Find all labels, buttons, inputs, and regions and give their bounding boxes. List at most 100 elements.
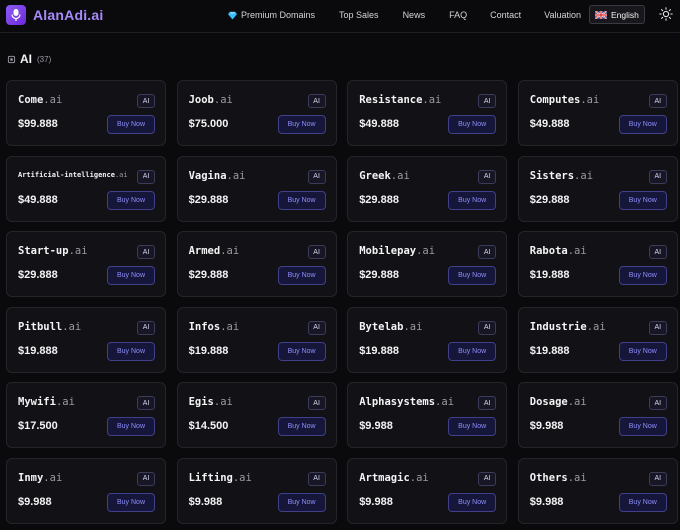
buy-now-button[interactable]: Buy Now — [107, 417, 155, 437]
domain-name[interactable]: Egis.ai — [189, 396, 233, 408]
domain-card[interactable]: Computes.ai AI $49.888 Buy Now — [517, 80, 678, 146]
domain-card[interactable]: Greek.ai AI $29.888 Buy Now — [347, 155, 508, 222]
domain-label: Computes — [529, 94, 581, 106]
domain-name[interactable]: Artificial-intelligence.ai — [18, 171, 128, 179]
domain-label: Sisters — [529, 169, 575, 182]
domain-name[interactable]: Joob.ai — [189, 94, 233, 106]
domain-name[interactable]: Resistance.ai — [359, 94, 441, 106]
domain-price: $49.888 — [529, 118, 570, 130]
buy-now-button[interactable]: Buy Now — [107, 341, 155, 361]
brand-name[interactable]: AlanAdi.ai — [33, 7, 103, 23]
domain-name[interactable]: Lifting.ai — [189, 472, 252, 484]
domain-card[interactable]: Inmy.ai AI $9.988 Buy Now — [6, 457, 166, 524]
domain-label: Rabota — [529, 245, 568, 258]
nav-news[interactable]: News — [403, 10, 426, 20]
domain-name[interactable]: Rabota.ai — [530, 245, 587, 257]
domain-price: $29.888 — [18, 269, 58, 282]
buy-now-button[interactable]: Buy Now — [277, 190, 326, 210]
domain-name[interactable]: Others.ai — [530, 472, 587, 484]
domain-card[interactable]: Dosage.ai AI $9.988 Buy Now — [517, 382, 678, 449]
buy-now-button[interactable]: Buy Now — [277, 417, 326, 437]
buy-now-button[interactable]: Buy Now — [448, 190, 497, 210]
nav-top-sales[interactable]: Top Sales — [339, 10, 379, 20]
buy-now-button[interactable]: Buy Now — [618, 341, 667, 361]
buy-now-button[interactable]: Buy Now — [448, 417, 497, 437]
domain-label: Resistance — [359, 94, 423, 106]
domain-card[interactable]: Infos.ai AI $19.888 Buy Now — [176, 306, 337, 373]
buy-now-button[interactable]: Buy Now — [618, 190, 667, 210]
nav-premium-domains[interactable]: Premium Domains — [228, 10, 315, 20]
domain-name[interactable]: Alphasystems.ai — [359, 396, 454, 408]
sun-icon[interactable] — [659, 7, 673, 21]
domain-name[interactable]: Mobilepay.ai — [359, 245, 435, 257]
domain-label: Lifting — [188, 471, 233, 484]
domain-label: Artificial-intelligence — [18, 170, 115, 179]
domain-tld: .ai — [567, 245, 587, 258]
buy-now-button[interactable]: Buy Now — [107, 115, 155, 134]
domain-card[interactable]: Joob.ai AI $75.000 Buy Now — [176, 80, 337, 146]
domain-card[interactable]: Others.ai AI $9.988 Buy Now — [517, 457, 678, 524]
buy-now-button[interactable]: Buy Now — [277, 341, 326, 361]
domain-name[interactable]: Inmy.ai — [18, 472, 62, 484]
domain-name[interactable]: Infos.ai — [189, 321, 240, 333]
buy-now-button[interactable]: Buy Now — [618, 115, 667, 134]
domain-card[interactable]: Rabota.ai AI $19.888 Buy Now — [517, 231, 678, 298]
domain-card[interactable]: Industrie.ai AI $19.888 Buy Now — [517, 306, 678, 373]
buy-now-button[interactable]: Buy Now — [277, 266, 326, 286]
domain-name[interactable]: Greek.ai — [359, 170, 410, 182]
domain-name[interactable]: Computes.ai — [530, 94, 600, 106]
buy-now-button[interactable]: Buy Now — [448, 115, 497, 134]
buy-now-button[interactable]: Buy Now — [107, 266, 155, 286]
domain-card[interactable]: Artificial-intelligence.ai AI $49.888 Buy N… — [6, 155, 166, 222]
mic-icon — [11, 9, 21, 21]
domain-card[interactable]: Egis.ai AI $14.500 Buy Now — [176, 382, 337, 449]
buy-now-button[interactable]: Buy Now — [618, 266, 667, 286]
domain-card[interactable]: Mywifi.ai AI $17.500 Buy Now — [6, 382, 166, 449]
domain-name[interactable]: Artmagic.ai — [359, 472, 429, 484]
domain-card[interactable]: Artmagic.ai AI $9.988 Buy Now — [347, 457, 508, 524]
buy-now-button[interactable]: Buy Now — [277, 115, 326, 134]
domain-card[interactable]: Pitbull.ai AI $19.888 Buy Now — [6, 306, 166, 373]
buy-now-button[interactable]: Buy Now — [448, 341, 497, 361]
domain-price: $99.888 — [18, 118, 58, 130]
domain-tld: .ai — [567, 471, 587, 484]
domain-name[interactable]: Vagina.ai — [189, 170, 246, 182]
nav-valuation[interactable]: Valuation — [544, 10, 581, 20]
domain-card[interactable]: Mobilepay.ai AI $29.888 Buy Now — [347, 231, 508, 298]
domain-name[interactable]: Start-up.ai — [18, 245, 88, 257]
domain-name[interactable]: Come.ai — [18, 94, 62, 106]
domain-name[interactable]: Armed.ai — [189, 245, 240, 257]
domain-card[interactable]: Come.ai AI $99.888 Buy Now — [6, 80, 166, 146]
domain-label: Mobilepay — [359, 245, 417, 258]
domain-card[interactable]: Alphasystems.ai AI $9.988 Buy Now — [347, 382, 508, 449]
buy-now-button[interactable]: Buy Now — [277, 492, 326, 512]
domain-card[interactable]: Bytelab.ai AI $19.888 Buy Now — [347, 306, 508, 373]
nav-contact[interactable]: Contact — [490, 10, 521, 20]
domain-name[interactable]: Pitbull.ai — [18, 321, 81, 333]
domain-card[interactable]: Resistance.ai AI $49.888 Buy Now — [347, 80, 508, 146]
buy-now-button[interactable]: Buy Now — [448, 266, 497, 286]
category-badge: AI — [648, 396, 667, 411]
domain-tld: .ai — [68, 245, 88, 258]
domain-name[interactable]: Dosage.ai — [530, 396, 587, 408]
domain-name[interactable]: Mywifi.ai — [18, 396, 75, 408]
domain-card[interactable]: Armed.ai AI $29.888 Buy Now — [176, 231, 337, 298]
language-selector[interactable]: English — [589, 5, 645, 24]
domain-tld: .ai — [580, 94, 600, 106]
domain-card[interactable]: Lifting.ai AI $9.988 Buy Now — [176, 457, 337, 524]
domain-label: Armed — [188, 245, 221, 258]
domain-card[interactable]: Start-up.ai AI $29.888 Buy Now — [6, 231, 166, 298]
domain-name[interactable]: Sisters.ai — [530, 170, 593, 182]
buy-now-button[interactable]: Buy Now — [107, 190, 155, 210]
domain-card[interactable]: Sisters.ai AI $29.888 Buy Now — [517, 155, 678, 222]
buy-now-button[interactable]: Buy Now — [618, 492, 667, 512]
section-heading: AI (37) — [7, 52, 51, 66]
domain-card[interactable]: Vagina.ai AI $29.888 Buy Now — [176, 155, 337, 222]
buy-now-button[interactable]: Buy Now — [618, 417, 667, 437]
buy-now-button[interactable]: Buy Now — [107, 492, 155, 512]
logo-icon[interactable] — [6, 5, 26, 25]
buy-now-button[interactable]: Buy Now — [448, 492, 497, 512]
domain-name[interactable]: Industrie.ai — [530, 321, 606, 333]
domain-name[interactable]: Bytelab.ai — [359, 321, 422, 333]
nav-faq[interactable]: FAQ — [449, 10, 467, 20]
